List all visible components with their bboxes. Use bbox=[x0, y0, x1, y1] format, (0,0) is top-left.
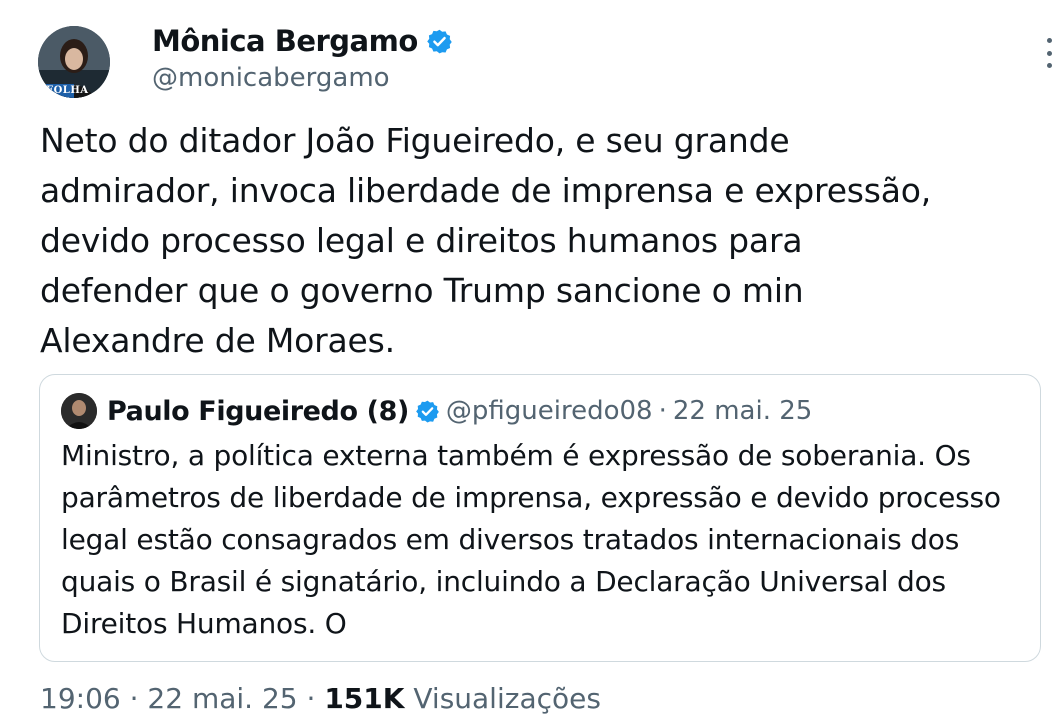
author-avatar[interactable]: FOLHA bbox=[38, 26, 110, 98]
quoted-verified-badge-icon bbox=[415, 399, 440, 424]
quoted-tweet-card[interactable]: Paulo Figueiredo (8) @pfigueiredo08 · 22… bbox=[39, 374, 1041, 662]
tweet-text-line: Neto do ditador João Figueiredo, e seu g… bbox=[40, 121, 790, 160]
quoted-date: 22 mai. 25 bbox=[672, 396, 813, 426]
author-display-name[interactable]: Mônica Bergamo bbox=[152, 24, 418, 58]
tweet-time[interactable]: 19:06 bbox=[40, 682, 121, 715]
author-handle[interactable]: @monicabergamo bbox=[152, 63, 390, 93]
quoted-author-name: Paulo Figueiredo (8) bbox=[107, 395, 409, 427]
tweet-text-line: Alexandre de Moraes. bbox=[40, 321, 395, 360]
tweet-meta: 19:06 · 22 mai. 25 · 151K Visualizações bbox=[40, 682, 601, 715]
views-label: Visualizações bbox=[413, 682, 601, 715]
views-count: 151K bbox=[324, 682, 405, 715]
more-options-icon[interactable] bbox=[1043, 38, 1055, 68]
quoted-text-line: quais o Brasil é signatário, incluindo a… bbox=[61, 565, 946, 598]
verified-badge-icon bbox=[426, 28, 453, 55]
quoted-text-line: Direitos Humanos. O bbox=[61, 607, 347, 640]
quoted-text-line: Ministro, a política externa também é ex… bbox=[61, 439, 971, 472]
quoted-author-avatar bbox=[61, 393, 97, 429]
quoted-text-line: legal estão consagrados em diversos trat… bbox=[61, 523, 960, 556]
tweet-text: Neto do ditador João Figueiredo, e seu g… bbox=[40, 116, 1040, 366]
meta-separator: · bbox=[306, 682, 316, 715]
meta-separator: · bbox=[129, 682, 139, 715]
author-name-row: Mônica Bergamo bbox=[152, 24, 453, 58]
tweet-text-line: admirador, invoca liberdade de imprensa … bbox=[40, 171, 932, 210]
quoted-author-handle: @pfigueiredo08 bbox=[445, 396, 653, 426]
avatar-badge: FOLHA bbox=[46, 85, 89, 96]
quoted-tweet-text: Ministro, a política externa também é ex… bbox=[61, 435, 1031, 645]
quoted-tweet-header: Paulo Figueiredo (8) @pfigueiredo08 · 22… bbox=[61, 393, 812, 429]
quoted-separator: · bbox=[658, 396, 667, 426]
quoted-text-line: parâmetros de liberdade de imprensa, exp… bbox=[61, 481, 1001, 514]
tweet-text-line: devido processo legal e direitos humanos… bbox=[40, 221, 803, 260]
tweet-text-line: defender que o governo Trump sancione o … bbox=[40, 271, 804, 310]
tweet-date[interactable]: 22 mai. 25 bbox=[147, 682, 297, 715]
